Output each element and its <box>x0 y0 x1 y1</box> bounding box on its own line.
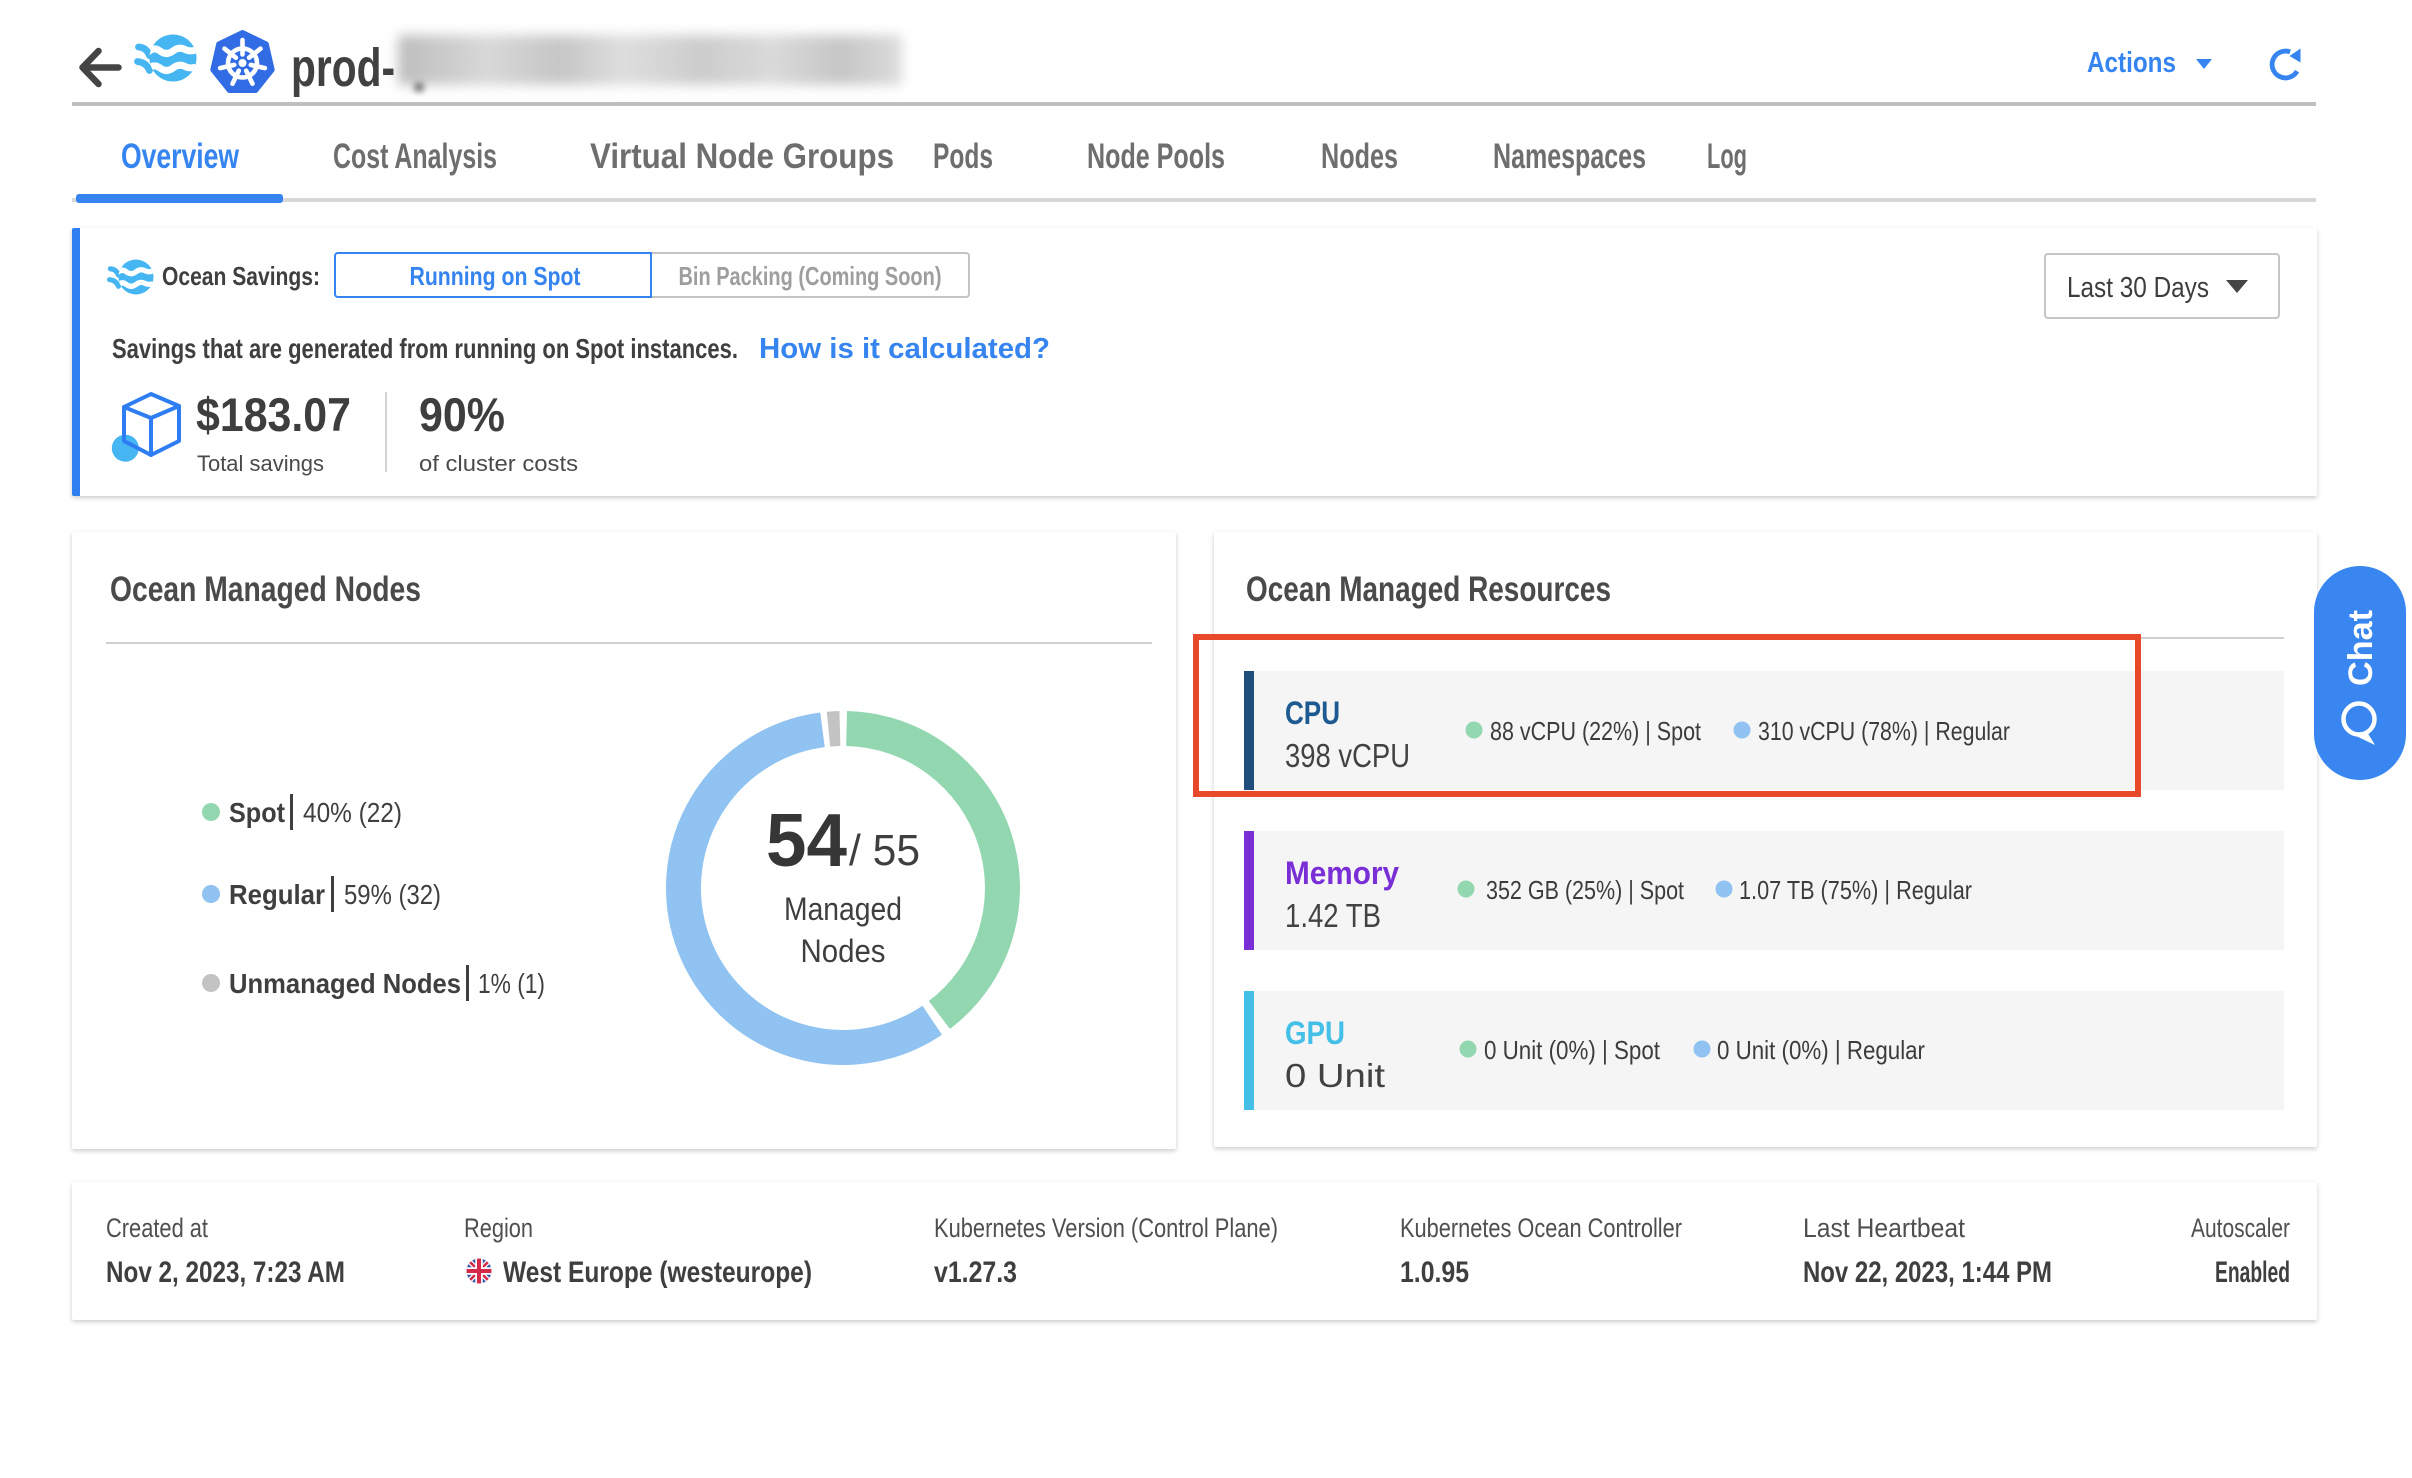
svg-text:Unmanaged Nodes: Unmanaged Nodes <box>229 968 461 999</box>
svg-text:0 Unit (0%) | Spot: 0 Unit (0%) | Spot <box>1484 1035 1661 1065</box>
svg-text:398 vCPU: 398 vCPU <box>1285 737 1410 774</box>
svg-text:Enabled: Enabled <box>2215 1256 2290 1289</box>
svg-text:Region: Region <box>464 1213 533 1243</box>
svg-text:Regular: Regular <box>229 879 325 910</box>
svg-text:How is it calculated?: How is it calculated? <box>759 333 1050 365</box>
svg-text:Ocean Savings:: Ocean Savings: <box>162 261 320 291</box>
svg-text:GPU: GPU <box>1285 1015 1345 1051</box>
svg-text:88 vCPU (22%) | Spot: 88 vCPU (22%) | Spot <box>1490 716 1702 746</box>
svg-text:Spot: Spot <box>229 797 285 828</box>
svg-text:Virtual Node Groups: Virtual Node Groups <box>590 137 894 176</box>
svg-text:Node Pools: Node Pools <box>1087 137 1225 176</box>
svg-text:90%: 90% <box>419 388 505 441</box>
svg-text:Nov 22, 2023, 1:44 PM: Nov 22, 2023, 1:44 PM <box>1803 1256 2052 1289</box>
svg-text:Ocean Managed Nodes: Ocean Managed Nodes <box>110 570 421 609</box>
svg-text:59% (32): 59% (32) <box>344 879 441 910</box>
svg-text:Total savings: Total savings <box>197 451 324 476</box>
svg-text:Cost Analysis: Cost Analysis <box>333 137 497 176</box>
svg-text:Savings that are generated fro: Savings that are generated from running … <box>112 333 738 364</box>
svg-text:Memory: Memory <box>1285 855 1399 891</box>
svg-text:Managed: Managed <box>784 891 902 927</box>
svg-text:v1.27.3: v1.27.3 <box>934 1256 1017 1289</box>
svg-text:Pods: Pods <box>933 137 993 176</box>
svg-text:Namespaces: Namespaces <box>1493 137 1646 176</box>
svg-text:Last 30 Days: Last 30 Days <box>2067 272 2209 304</box>
svg-text:Ocean Managed Resources: Ocean Managed Resources <box>1246 570 1611 609</box>
svg-text:Kubernetes Version (Control Pl: Kubernetes Version (Control Plane) <box>934 1213 1278 1243</box>
svg-text:Running on Spot: Running on Spot <box>410 261 581 291</box>
svg-text:Chat: Chat <box>2342 610 2380 686</box>
svg-text:1.0.95: 1.0.95 <box>1400 1256 1469 1289</box>
svg-text:Actions: Actions <box>2087 47 2176 79</box>
svg-text:Kubernetes Ocean Controller: Kubernetes Ocean Controller <box>1400 1213 1682 1243</box>
svg-text:54: 54 <box>766 798 847 882</box>
svg-text:Nodes: Nodes <box>1321 137 1398 176</box>
svg-text:310 vCPU (78%) | Regular: 310 vCPU (78%) | Regular <box>1758 716 2010 746</box>
svg-text:West Europe (westeurope): West Europe (westeurope) <box>503 1256 812 1289</box>
svg-text:1.42 TB: 1.42 TB <box>1285 897 1381 934</box>
svg-text:Log: Log <box>1707 137 1747 176</box>
svg-text:prod-: prod- <box>291 38 395 98</box>
svg-text:Autoscaler: Autoscaler <box>2191 1213 2290 1243</box>
svg-text:0 Unit (0%) | Regular: 0 Unit (0%) | Regular <box>1717 1035 1925 1065</box>
svg-text:40% (22): 40% (22) <box>303 797 402 828</box>
svg-text:of cluster costs: of cluster costs <box>419 451 578 476</box>
svg-text:Created at: Created at <box>106 1213 208 1243</box>
svg-text:352 GB (25%) | Spot: 352 GB (25%) | Spot <box>1486 875 1685 905</box>
svg-text:0 Unit: 0 Unit <box>1285 1057 1385 1094</box>
svg-text:/ 55: / 55 <box>849 826 920 875</box>
svg-text:Overview: Overview <box>121 137 240 176</box>
svg-text:1.07 TB (75%) | Regular: 1.07 TB (75%) | Regular <box>1739 875 1972 905</box>
svg-text:Last Heartbeat: Last Heartbeat <box>1803 1213 1965 1243</box>
svg-text:Nodes: Nodes <box>801 933 886 969</box>
svg-text:$183.07: $183.07 <box>196 388 351 441</box>
svg-text:Nov 2, 2023, 7:23 AM: Nov 2, 2023, 7:23 AM <box>106 1256 345 1289</box>
svg-text:Bin Packing (Coming Soon): Bin Packing (Coming Soon) <box>679 261 942 291</box>
svg-text:CPU: CPU <box>1285 695 1340 731</box>
svg-text:1% (1): 1% (1) <box>478 968 545 999</box>
